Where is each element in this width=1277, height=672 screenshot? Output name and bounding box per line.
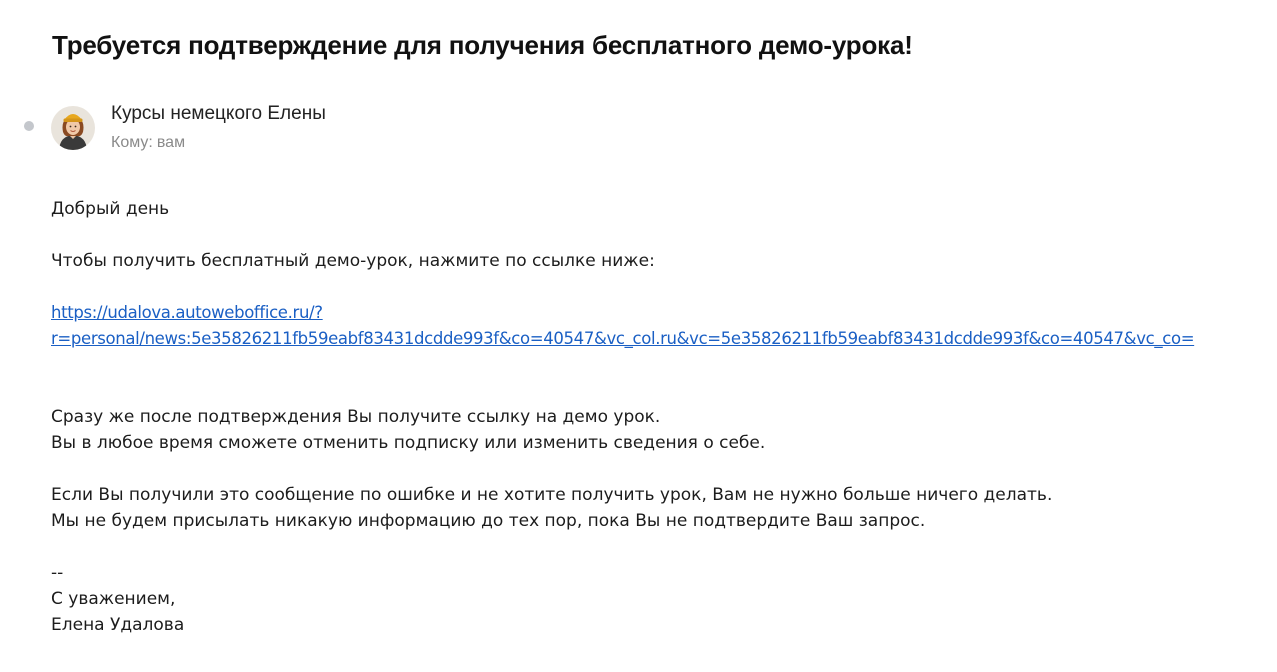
email-subject: Требуется подтверждение для получения бе… bbox=[52, 30, 913, 60]
after-confirm-text: Сразу же после подтверждения Вы получите… bbox=[51, 407, 661, 427]
avatar-photo-icon bbox=[51, 106, 95, 150]
signature-separator: -- bbox=[51, 563, 64, 583]
confirmation-link-line-1[interactable]: https://udalova.autoweboffice.ru/? bbox=[51, 303, 323, 322]
sender-avatar[interactable] bbox=[51, 106, 95, 150]
closing-text: С уважением, bbox=[51, 589, 176, 609]
recipient-line: Кому: вам bbox=[111, 134, 185, 152]
instruction-text: Чтобы получить бесплатный демо-урок, наж… bbox=[51, 251, 655, 271]
greeting-text: Добрый день bbox=[51, 199, 170, 219]
confirmation-link[interactable]: https://udalova.autoweboffice.ru/? r=pers… bbox=[51, 300, 1195, 352]
confirmation-link-block: https://udalova.autoweboffice.ru/? r=pers… bbox=[51, 300, 1266, 352]
mistake-note: Если Вы получили это сообщение по ошибке… bbox=[51, 485, 1053, 505]
unread-indicator[interactable] bbox=[24, 121, 34, 131]
signature-name: Елена Удалова bbox=[51, 615, 185, 635]
sender-name[interactable]: Курсы немецкого Елены bbox=[111, 103, 326, 125]
confirmation-link-line-2[interactable]: r=personal/news:5e35826211fb59eabf83431d… bbox=[51, 329, 1195, 348]
unsubscribe-note: Вы в любое время сможете отменить подпис… bbox=[51, 433, 766, 453]
recipient-value: вам bbox=[156, 134, 186, 151]
recipient-label: Кому: bbox=[111, 134, 153, 151]
email-body: Добрый день Чтобы получить бесплатный де… bbox=[51, 196, 1266, 638]
no-info-note: Мы не будем присылать никакую информацию… bbox=[51, 511, 926, 531]
